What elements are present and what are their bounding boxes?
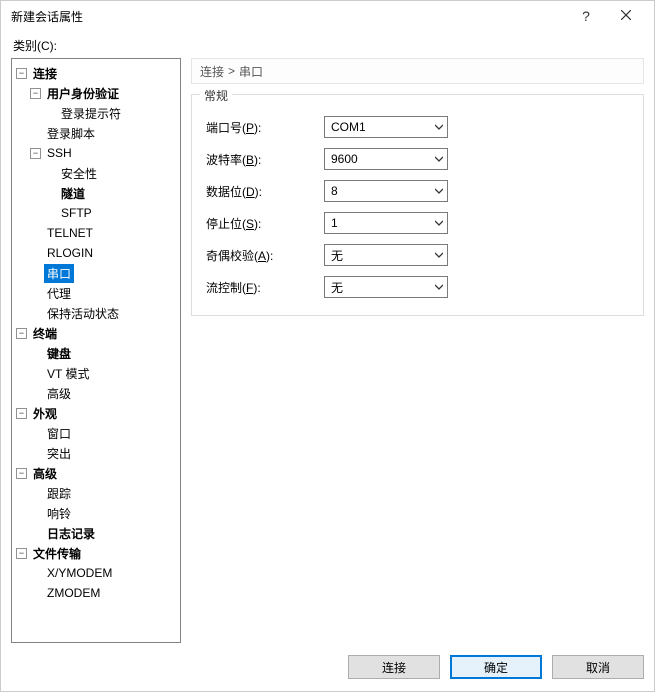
baud-label: 波特率(B):: [204, 151, 324, 168]
chevron-down-icon: [435, 184, 443, 198]
tree-item-trace[interactable]: 跟踪: [30, 483, 178, 503]
tree-item-keyboard[interactable]: 键盘: [30, 343, 178, 363]
tree-item-highlight[interactable]: 突出: [30, 443, 178, 463]
window-title: 新建会话属性: [9, 8, 566, 25]
parity-select[interactable]: 无: [324, 244, 448, 266]
tree-item-auth[interactable]: − 用户身份验证: [30, 83, 178, 103]
collapse-icon[interactable]: −: [30, 88, 41, 99]
dialog-window: 新建会话属性 ? 类别(C): − 连接: [0, 0, 655, 692]
tree-item-login-script[interactable]: 登录脚本: [30, 123, 178, 143]
breadcrumb-separator: >: [228, 64, 235, 78]
baud-select[interactable]: 9600: [324, 148, 448, 170]
tree-item-sftp[interactable]: SFTP: [44, 203, 178, 223]
stopbits-label: 停止位(S):: [204, 215, 324, 232]
tree-item-login-prompt[interactable]: 登录提示符: [44, 103, 178, 123]
chevron-down-icon: [435, 248, 443, 262]
tree-item-ssh[interactable]: − SSH: [30, 143, 178, 163]
ok-button[interactable]: 确定: [450, 655, 542, 679]
close-button[interactable]: [606, 1, 646, 31]
collapse-icon[interactable]: −: [16, 328, 27, 339]
collapse-icon[interactable]: −: [16, 408, 27, 419]
connect-button[interactable]: 连接: [348, 655, 440, 679]
baud-value: 9600: [331, 152, 358, 166]
tree-item-vtmode[interactable]: VT 模式: [30, 363, 178, 383]
databits-label: 数据位(D):: [204, 183, 324, 200]
tree-item-bell[interactable]: 响铃: [30, 503, 178, 523]
tree-item-security[interactable]: 安全性: [44, 163, 178, 183]
stopbits-value: 1: [331, 216, 338, 230]
breadcrumb-root: 连接: [200, 63, 224, 80]
tree-item-window[interactable]: 窗口: [30, 423, 178, 443]
breadcrumb: 连接 > 串口: [191, 58, 644, 84]
tree-item-xymodem[interactable]: X/YMODEM: [30, 563, 178, 583]
category-tree[interactable]: − 连接 − 用户身份验证 登录提示符: [11, 58, 181, 643]
flow-value: 无: [331, 279, 343, 296]
flow-label: 流控制(F):: [204, 279, 324, 296]
collapse-icon[interactable]: −: [16, 468, 27, 479]
tree-item-zmodem[interactable]: ZMODEM: [30, 583, 178, 603]
settings-panel: 连接 > 串口 常规 端口号(P): COM1 波特率(B):: [191, 58, 644, 643]
tree-item-appearance[interactable]: − 外观: [16, 403, 178, 423]
tree-item-keepalive[interactable]: 保持活动状态: [30, 303, 178, 323]
databits-select[interactable]: 8: [324, 180, 448, 202]
port-value: COM1: [331, 120, 366, 134]
tree-item-terminal-advanced[interactable]: 高级: [30, 383, 178, 403]
port-select[interactable]: COM1: [324, 116, 448, 138]
tree-item-logging[interactable]: 日志记录: [30, 523, 178, 543]
tree-item-tunnel[interactable]: 隧道: [44, 183, 178, 203]
chevron-down-icon: [435, 280, 443, 294]
chevron-down-icon: [435, 152, 443, 166]
dialog-footer: 连接 确定 取消: [1, 643, 654, 691]
close-icon: [621, 9, 631, 23]
titlebar: 新建会话属性 ?: [1, 1, 654, 31]
tree-item-advanced[interactable]: − 高级: [16, 463, 178, 483]
stopbits-select[interactable]: 1: [324, 212, 448, 234]
collapse-icon[interactable]: −: [16, 68, 27, 79]
flow-select[interactable]: 无: [324, 276, 448, 298]
collapse-icon[interactable]: −: [16, 548, 27, 559]
chevron-down-icon: [435, 216, 443, 230]
parity-label: 奇偶校验(A):: [204, 247, 324, 264]
port-label: 端口号(P):: [204, 119, 324, 136]
content-area: 类别(C): − 连接 −: [1, 31, 654, 643]
help-button[interactable]: ?: [566, 1, 606, 31]
breadcrumb-leaf: 串口: [239, 63, 263, 80]
collapse-icon[interactable]: −: [30, 148, 41, 159]
group-legend: 常规: [200, 87, 232, 104]
tree-item-proxy[interactable]: 代理: [30, 283, 178, 303]
tree-item-filetransfer[interactable]: − 文件传输: [16, 543, 178, 563]
category-label: 类别(C):: [11, 31, 644, 58]
tree-item-rlogin[interactable]: RLOGIN: [30, 243, 178, 263]
main-row: − 连接 − 用户身份验证 登录提示符: [11, 58, 644, 643]
parity-value: 无: [331, 247, 343, 264]
general-group: 常规 端口号(P): COM1 波特率(B): 9600: [191, 94, 644, 316]
tree-item-terminal[interactable]: − 终端: [16, 323, 178, 343]
databits-value: 8: [331, 184, 338, 198]
tree-item-telnet[interactable]: TELNET: [30, 223, 178, 243]
help-icon: ?: [582, 8, 590, 24]
tree-item-serial[interactable]: 串口: [30, 263, 178, 283]
tree-item-connection[interactable]: − 连接: [16, 63, 178, 83]
chevron-down-icon: [435, 120, 443, 134]
cancel-button[interactable]: 取消: [552, 655, 644, 679]
